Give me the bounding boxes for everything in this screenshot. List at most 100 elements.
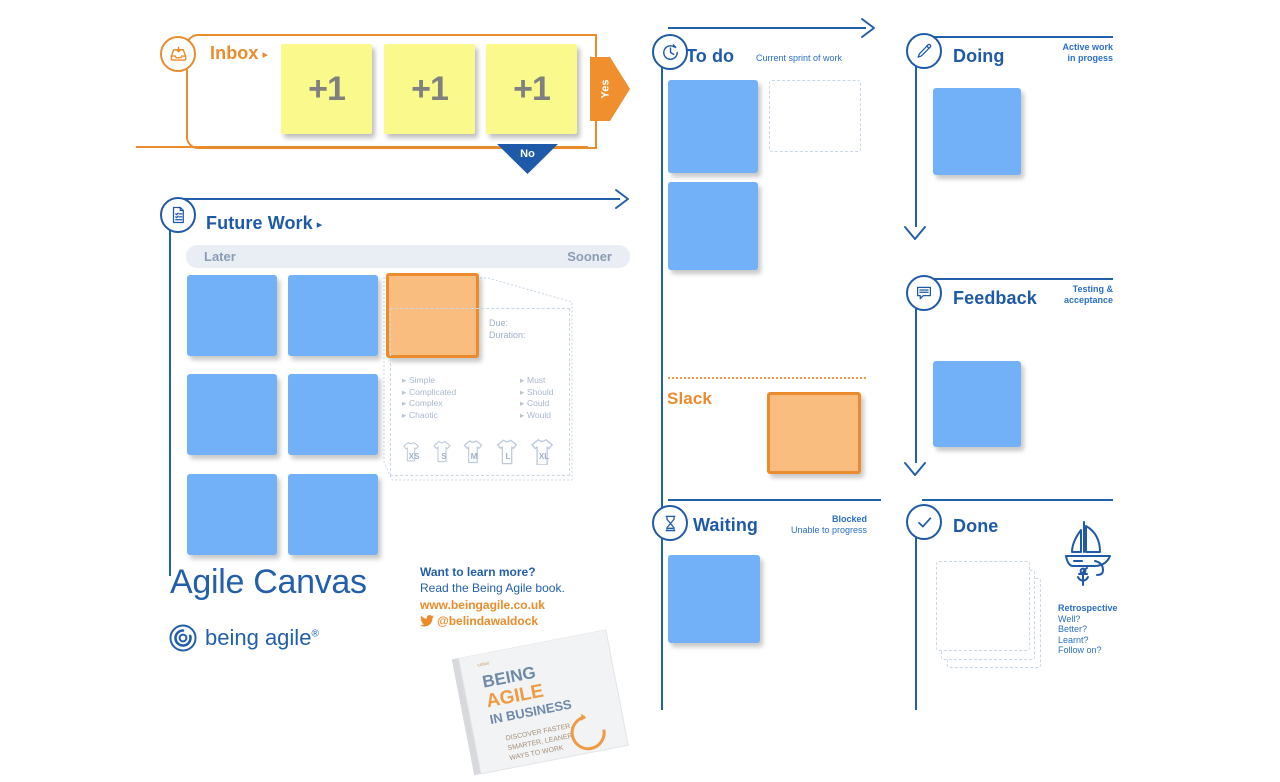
retrospective-item: Well? [1058,613,1081,624]
doing-subtitle-line2: in progess [1067,53,1113,63]
future-work-card[interactable] [288,474,378,555]
feedback-card[interactable] [933,361,1021,447]
due-label: Due: [489,318,509,328]
sticky-note[interactable]: +1 [384,44,475,134]
circle-swirl-icon [169,624,197,652]
moscow-item: ▸ Would [520,409,551,420]
checklist-document-icon [160,197,196,233]
hourglass-icon [652,505,688,541]
todo-arrowhead [861,18,875,38]
feedback-subtitle: Testing & acceptance [1000,284,1113,306]
svg-text:M: M [471,452,478,461]
retrospective-panel: Retrospective Well? Better? Learnt? Foll… [1058,603,1118,656]
no-label: No [520,148,535,160]
svg-text:S: S [441,452,447,461]
brand-logo-label: being agile [205,625,312,650]
complexity-item: ▸ Complicated [402,386,457,397]
pencil-icon [906,33,942,69]
done-card-placeholder[interactable] [936,561,1030,651]
todo-card[interactable] [668,182,758,270]
future-work-title: Future Work ▸ [206,213,322,234]
svg-text:L: L [506,452,511,461]
future-work-arrowhead [615,189,629,209]
clock-icon [652,34,688,70]
retrospective-heading: Retrospective [1058,603,1118,613]
slack-divider [668,377,866,379]
future-work-caret: ▸ [316,218,323,231]
future-work-card[interactable] [187,474,277,555]
speech-bubble-icon [906,275,942,311]
waiting-subtitle: Blocked Unable to progress [740,514,867,536]
brand-logo-text: being agile® [205,625,319,651]
doing-topline [922,36,1113,38]
promo-line: Read the Being Agile book. [420,581,565,595]
retrospective-item: Better? [1058,624,1088,635]
todo-subtitle: Current sprint of work [756,53,843,63]
todo-label: To do [686,46,735,66]
svg-text:XL: XL [539,452,549,461]
complexity-item: ▸ Chaotic [402,409,438,420]
timebar-later-label: Later [204,249,236,264]
retrospective-item: Follow on? [1058,645,1102,656]
future-work-card[interactable] [288,275,378,356]
timebar-sooner-label: Sooner [567,249,612,264]
agile-canvas-board: Inbox ▸ +1 +1 +1 Yes No Future Work ▸ La… [0,0,1280,776]
doing-label: Doing [953,46,1005,66]
sticky-label: +1 [513,69,551,108]
doing-down-arrowhead [904,226,926,240]
moscow-item: ▸ Could [520,398,550,408]
sticky-note[interactable]: +1 [281,44,372,134]
promo-url[interactable]: www.beingagile.co.uk [420,598,545,612]
todo-topline [668,27,866,29]
todo-card[interactable] [668,80,758,173]
registered-mark: ® [311,628,319,640]
sailboat-anchor-icon [1065,521,1111,586]
waiting-topline [668,499,881,501]
doing-subtitle: Active work in progess [1000,42,1113,64]
done-topline [922,499,1113,501]
sticky-label: +1 [411,69,449,108]
complexity-item: ▸ Complex [402,398,443,408]
doing-subtitle-line1: Active work [1062,42,1113,52]
future-work-card[interactable] [187,275,277,356]
retrospective-item: Learnt? [1058,634,1089,645]
sticky-label: +1 [308,69,346,108]
svg-text:XS: XS [409,452,420,461]
yes-arrow: Yes [590,57,630,121]
moscow-item: ▸ Must [520,375,546,385]
future-work-card[interactable] [288,374,378,455]
done-label: Done [953,516,999,536]
done-sideline [915,526,917,710]
waiting-card[interactable] [668,555,760,643]
sticky-note[interactable]: +1 [486,44,577,134]
twitter-bird-icon [420,615,434,627]
tshirt-size-icons: XS S M L XL [403,439,553,465]
feedback-topline [922,278,1113,280]
inbox-tray-icon [160,36,196,72]
future-work-card[interactable] [187,374,277,455]
duration-label: Duration: [489,330,526,340]
priority-timebar: Later Sooner [186,245,630,268]
complexity-item: ▸ Simple [402,375,435,385]
future-work-topline [176,198,620,200]
moscow-item: ▸ Should [520,386,554,397]
book-cover-image: \u00a0 BEING AGILE IN BUSINESS DISCOVER … [451,627,643,782]
feedback-sideline [915,304,917,463]
no-arrow: No [497,144,558,174]
moscow-list: ▸ Must ▸ Should ▸ Could ▸ Would [520,375,553,421]
promo-heading: Want to learn more? [420,565,536,579]
yes-label: Yes [599,79,612,99]
slack-label: Slack [667,389,712,408]
complexity-list: ▸ Simple ▸ Complicated ▸ Complex ▸ Chaotic [402,375,456,421]
todo-card-placeholder[interactable] [769,80,861,152]
check-circle-icon [906,504,942,540]
waiting-subtitle-text: Unable to progress [790,525,867,535]
page-title: Agile Canvas [170,563,367,601]
todo-sideline [661,58,663,710]
future-work-label: Future Work [206,213,313,233]
promo-twitter-handle[interactable]: @belindawaldock [437,614,538,628]
doing-card[interactable] [933,88,1021,175]
slack-card[interactable] [767,392,861,474]
feedback-subtitle-line1: Testing & [1072,284,1113,294]
future-work-sideline [169,230,171,576]
